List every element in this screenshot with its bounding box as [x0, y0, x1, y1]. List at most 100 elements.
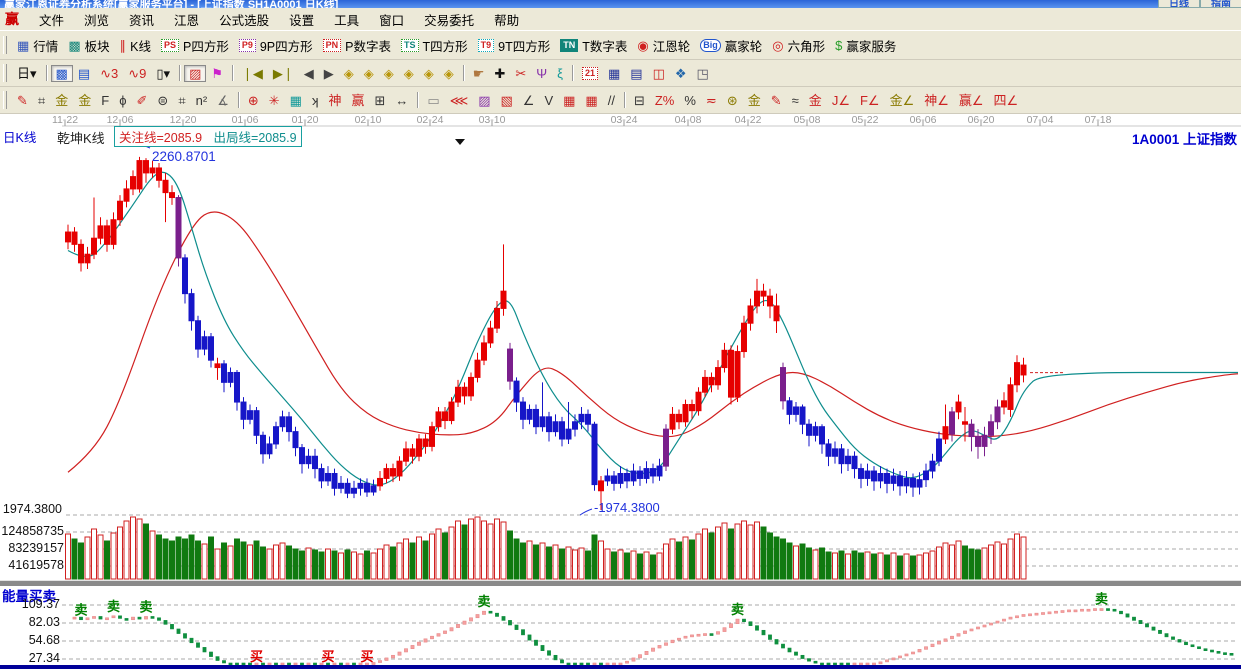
j-angle-tool-button[interactable]: J∠: [827, 92, 855, 109]
pencil-tool-button[interactable]: ✎: [12, 92, 33, 109]
guide-corner-button[interactable]: 指南: [1200, 0, 1241, 8]
menu-item-公式选股[interactable]: 公式选股: [209, 10, 279, 29]
notes-button[interactable]: ▤: [625, 65, 647, 82]
crosshair-tool-button[interactable]: ✚: [489, 65, 510, 82]
period-corner-button[interactable]: 日线: [1158, 0, 1200, 8]
gann-wheel-button[interactable]: ◉江恩轮: [632, 34, 695, 57]
9p-square-button[interactable]: P99P四方形: [234, 34, 318, 57]
menu-item-工具[interactable]: 工具: [324, 10, 369, 29]
gann-diamond-5-button[interactable]: ◈: [419, 65, 439, 82]
next-page-button[interactable]: ▶: [319, 65, 339, 82]
menu-item-资讯[interactable]: 资讯: [119, 10, 164, 29]
ying-tool-button[interactable]: 赢: [346, 92, 369, 109]
wave-9-button[interactable]: ∿9: [123, 65, 151, 82]
ying-angle-tool-button[interactable]: 赢∠: [954, 92, 989, 109]
wave-tool-button[interactable]: ≈: [787, 92, 804, 109]
p-number-table-button[interactable]: PNP数字表: [318, 34, 396, 57]
red-grid-tool-1-button[interactable]: ▦: [558, 92, 580, 109]
region-edit-button[interactable]: ▨: [184, 65, 206, 82]
trend-pencil-tool-button[interactable]: ✐: [132, 92, 153, 109]
region-view-button[interactable]: ▩: [51, 65, 73, 82]
fib-tool-button[interactable]: F: [96, 92, 114, 109]
network-share-button[interactable]: ❖: [670, 65, 692, 82]
sectors-button[interactable]: ▩板块: [63, 34, 114, 57]
first-page-button[interactable]: ❘◀: [237, 65, 268, 82]
hexagon-button[interactable]: ◎六角形: [767, 34, 830, 57]
gann-diamond-6-button[interactable]: ◈: [439, 65, 459, 82]
t-square-button[interactable]: TST四方形: [396, 34, 473, 57]
gann-box-tool-button[interactable]: ▨: [473, 92, 495, 109]
gann-diamond-2-button[interactable]: ◈: [359, 65, 379, 82]
trendline-angle-tool-button[interactable]: ∠: [518, 92, 540, 109]
box-tool-button[interactable]: ▭: [422, 92, 444, 109]
menu-item-江恩[interactable]: 江恩: [164, 10, 209, 29]
gann-fan-box-tool-button[interactable]: ▧: [496, 92, 518, 109]
toolbar-gripper[interactable]: [3, 36, 7, 54]
gold-red-tool-button[interactable]: 金: [804, 92, 827, 109]
gann-diamond-4-button[interactable]: ◈: [399, 65, 419, 82]
menu-item-交易委托[interactable]: 交易委托: [414, 10, 484, 29]
gold-section-tool-2-button[interactable]: 金: [73, 92, 96, 109]
kline-button[interactable]: ∥K线: [115, 34, 156, 57]
speed-rays-tool-button[interactable]: ⋘: [445, 92, 474, 109]
menu-item-设置[interactable]: 设置: [279, 10, 324, 29]
panel-divider[interactable]: [0, 580, 1241, 586]
cycle-span-tool-button[interactable]: ↔: [390, 92, 413, 109]
last-page-button[interactable]: ▶❘: [268, 65, 299, 82]
red-pencil-tool-button[interactable]: ✎: [766, 92, 787, 109]
prev-page-button[interactable]: ◀: [299, 65, 319, 82]
percent-z-tool-button[interactable]: Z%: [650, 92, 680, 109]
chart-area[interactable]: 11-2212-0612-2001-0601-2002-1002-2403-10…: [0, 114, 1241, 669]
menu-item-帮助[interactable]: 帮助: [484, 10, 529, 29]
shen-tool-button[interactable]: 神: [323, 92, 346, 109]
si-angle-tool-button[interactable]: 四∠: [989, 92, 1024, 109]
wave-3-button[interactable]: ∿3: [95, 65, 123, 82]
gann-tool-purple-button[interactable]: Ψ: [531, 65, 552, 82]
price-ruler-tool-button[interactable]: ⊞: [370, 92, 391, 109]
t-number-table-button[interactable]: TNT数字表: [555, 34, 632, 57]
gann-grid-tool-button[interactable]: ⌗: [33, 92, 50, 109]
candle-style-dropdown-button[interactable]: ▯▾: [151, 65, 175, 82]
menu-item-文件[interactable]: 文件: [29, 10, 74, 29]
save-disk-button[interactable]: ◫: [648, 65, 670, 82]
winner-wheel-button[interactable]: Big赢家轮: [695, 34, 767, 57]
calendar-button[interactable]: 21: [577, 65, 603, 82]
gold-circle-tool-button[interactable]: ⊛: [722, 92, 743, 109]
toolbar-gripper[interactable]: [3, 91, 7, 109]
kline-mark-tool-button[interactable]: ʞ: [307, 92, 324, 109]
info-view-button[interactable]: ▤: [73, 65, 95, 82]
measure-tool-button[interactable]: ✂: [510, 65, 531, 82]
toolbar-gripper[interactable]: [3, 64, 7, 82]
shen-angle-tool-button[interactable]: 神∠: [919, 92, 954, 109]
gann-diamond-3-button[interactable]: ◈: [379, 65, 399, 82]
square-of-nine-tool-button[interactable]: n²: [191, 92, 213, 109]
zigzag-tool-button[interactable]: V: [539, 92, 558, 109]
percent-line-tool-button[interactable]: ≂: [701, 92, 722, 109]
angle-tool-button[interactable]: ∡: [212, 92, 234, 109]
9t-square-button[interactable]: T99T四方形: [473, 34, 556, 57]
calculator-button[interactable]: ▦: [603, 65, 625, 82]
gann-target-tool-button[interactable]: ⊕: [243, 92, 264, 109]
hand-tool-button[interactable]: ☛: [468, 65, 490, 82]
print-button[interactable]: ◳: [692, 65, 714, 82]
f-angle-tool-button[interactable]: F∠: [855, 92, 885, 109]
percent-tool-button[interactable]: %: [679, 92, 701, 109]
winner-service-button[interactable]: $赢家服务: [830, 34, 901, 57]
price-grid-tool-button[interactable]: ⌗: [173, 92, 190, 109]
spiral-tool-button[interactable]: ϕ: [114, 92, 131, 109]
gann-circle-tool-button[interactable]: ⊜: [152, 92, 173, 109]
measure-scale-tool-button[interactable]: ⊟: [629, 92, 650, 109]
analysis-brain-button[interactable]: ξ: [552, 65, 568, 82]
gold-angle-tool-button[interactable]: 金∠: [885, 92, 920, 109]
gann-diamond-1-button[interactable]: ◈: [339, 65, 359, 82]
gann-web-tool-button[interactable]: ▦: [285, 92, 307, 109]
gann-star-tool-button[interactable]: ✳: [264, 92, 285, 109]
p-square-button[interactable]: PSP四方形: [156, 34, 234, 57]
period-day-dropdown-button[interactable]: 日▾: [12, 65, 42, 82]
market-quotes-button[interactable]: ▦行情: [12, 34, 63, 57]
gold-section-tool-1-button[interactable]: 金: [50, 92, 73, 109]
menu-item-浏览[interactable]: 浏览: [74, 10, 119, 29]
gold-line-tool-button[interactable]: 金: [743, 92, 766, 109]
color-flag-button[interactable]: ⚑: [206, 65, 228, 82]
parallel-lines-tool-button[interactable]: //: [603, 92, 620, 109]
